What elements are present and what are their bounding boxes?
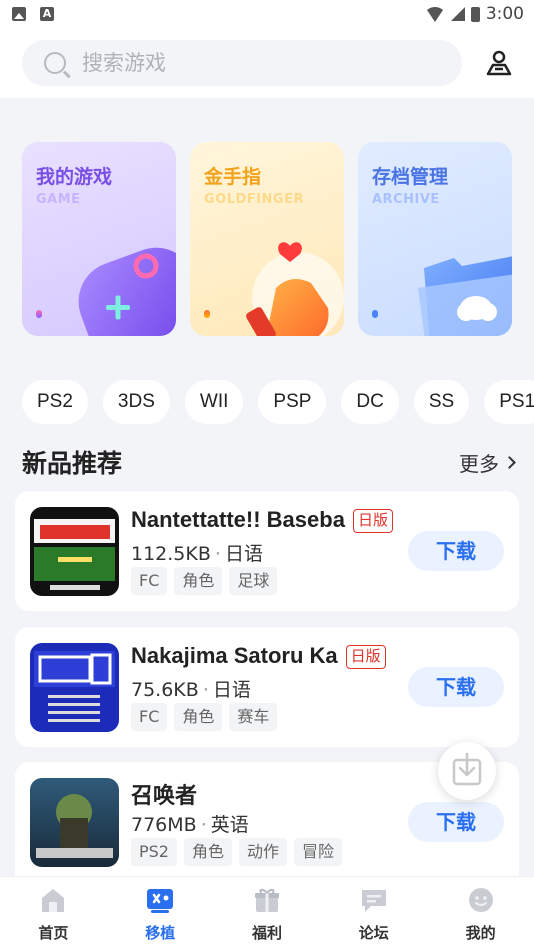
tag[interactable]: 动作 bbox=[239, 838, 288, 866]
game-tags: PS2 角色 动作 冒险 bbox=[131, 838, 343, 866]
card-indicator bbox=[36, 310, 42, 318]
search-bar[interactable] bbox=[22, 40, 462, 86]
game-title: Nakajima Satoru Ka 日版 bbox=[131, 643, 386, 670]
my-games-card[interactable]: 我的游戏 GAME bbox=[22, 142, 176, 336]
tag[interactable]: 角色 bbox=[174, 567, 223, 595]
game-name-text: 召唤者 bbox=[131, 783, 198, 808]
status-time: 3:00 bbox=[485, 4, 524, 24]
game-list-item[interactable]: Nantettatte!! Baseba 日版 112.5KB · 日语 FC 角色 … bbox=[15, 491, 519, 611]
archive-card[interactable]: 存档管理 ARCHIVE bbox=[358, 142, 512, 336]
tag[interactable]: PS2 bbox=[131, 838, 177, 866]
image-notification-icon bbox=[12, 7, 26, 21]
game-cover bbox=[30, 643, 119, 732]
chip-3ds[interactable]: 3DS bbox=[102, 380, 170, 424]
more-label: 更多 bbox=[459, 452, 499, 476]
cellular-signal-icon bbox=[450, 7, 465, 21]
meta-separator: · bbox=[200, 814, 207, 836]
game-size: 776MB bbox=[131, 814, 197, 836]
wifi-icon bbox=[424, 6, 445, 22]
chip-ps2[interactable]: PS2 bbox=[22, 380, 88, 424]
tag[interactable]: 赛车 bbox=[229, 703, 278, 731]
card-title: 金手指 bbox=[204, 166, 262, 188]
bottom-nav: 首页 移植 福利 论坛 我的 bbox=[0, 876, 534, 950]
game-meta: 75.6KB · 日语 bbox=[131, 675, 251, 702]
card-subtitle: GAME bbox=[36, 192, 81, 207]
section-title: 新品推荐 bbox=[22, 449, 123, 478]
nav-label: 论坛 bbox=[358, 924, 389, 942]
nav-label: 我的 bbox=[465, 924, 496, 942]
game-title: Nantettatte!! Baseba 日版 bbox=[131, 507, 393, 534]
goldfinger-card[interactable]: 金手指 GOLDFINGER bbox=[190, 142, 344, 336]
nav-gift[interactable]: 福利 bbox=[214, 877, 321, 950]
forum-icon bbox=[361, 890, 386, 912]
download-button[interactable]: 下载 bbox=[408, 531, 504, 571]
card-title: 我的游戏 bbox=[36, 166, 113, 188]
profile-icon bbox=[468, 888, 493, 912]
home-icon bbox=[42, 889, 65, 912]
chip-ss[interactable]: SS bbox=[413, 380, 470, 424]
game-name-text: Nantettatte!! Baseba bbox=[131, 507, 345, 532]
folder-cloud-icon bbox=[418, 256, 512, 336]
game-tags: FC 角色 赛车 bbox=[131, 703, 278, 731]
game-language: 日语 bbox=[212, 679, 251, 701]
nav-home[interactable]: 首页 bbox=[0, 877, 107, 950]
header bbox=[0, 30, 534, 98]
nav-label: 移植 bbox=[145, 924, 176, 942]
game-meta: 112.5KB · 日语 bbox=[131, 539, 263, 566]
download-box-icon bbox=[452, 752, 482, 786]
gamepad-icon bbox=[78, 247, 176, 336]
chevron-right-icon bbox=[503, 456, 516, 469]
tag[interactable]: FC bbox=[131, 703, 168, 731]
card-indicator bbox=[372, 310, 378, 318]
game-language: 英语 bbox=[210, 814, 249, 836]
game-cover bbox=[30, 778, 119, 867]
card-subtitle: GOLDFINGER bbox=[204, 192, 304, 207]
tag[interactable]: 足球 bbox=[229, 567, 278, 595]
chip-psp[interactable]: PSP bbox=[258, 380, 327, 424]
nav-port[interactable]: 移植 bbox=[107, 877, 214, 950]
region-badge: 日版 bbox=[345, 645, 386, 670]
meta-separator: · bbox=[214, 543, 221, 565]
platform-chips: PS2 3DS WII PSP DC SS PS1 bbox=[22, 380, 534, 424]
app-notification-icon: A bbox=[40, 7, 54, 21]
game-title: 召唤者 bbox=[131, 778, 197, 810]
game-size: 75.6KB bbox=[131, 679, 199, 701]
download-manager-button[interactable] bbox=[438, 742, 496, 800]
download-button[interactable]: 下载 bbox=[408, 667, 504, 707]
chip-wii[interactable]: WII bbox=[184, 380, 244, 424]
game-list-item[interactable]: Nakajima Satoru Ka 日版 75.6KB · 日语 FC 角色 赛车 … bbox=[15, 627, 519, 747]
chip-dc[interactable]: DC bbox=[341, 380, 399, 424]
game-meta: 776MB · 英语 bbox=[131, 810, 249, 837]
card-indicator bbox=[204, 310, 210, 318]
meta-separator: · bbox=[202, 679, 209, 701]
nav-profile[interactable]: 我的 bbox=[427, 877, 534, 950]
tag[interactable]: 角色 bbox=[174, 703, 223, 731]
search-icon bbox=[44, 52, 66, 74]
battery-icon bbox=[470, 6, 480, 22]
status-bar: A 3:00 bbox=[0, 0, 534, 30]
search-input[interactable] bbox=[82, 51, 422, 75]
tag[interactable]: 角色 bbox=[183, 838, 232, 866]
share-network-icon[interactable] bbox=[484, 48, 514, 78]
card-subtitle: ARCHIVE bbox=[372, 192, 440, 207]
feature-cards: 我的游戏 GAME 金手指 GOLDFINGER 存档管理 ARCHIVE bbox=[22, 142, 512, 336]
download-button[interactable]: 下载 bbox=[408, 802, 504, 842]
nav-label: 福利 bbox=[251, 924, 282, 942]
tag[interactable]: FC bbox=[131, 567, 168, 595]
nav-label: 首页 bbox=[38, 924, 69, 942]
game-language: 日语 bbox=[224, 543, 263, 565]
region-badge: 日版 bbox=[352, 509, 393, 534]
game-name-text: Nakajima Satoru Ka bbox=[131, 643, 338, 668]
finger-heart-icon bbox=[246, 242, 344, 336]
card-title: 存档管理 bbox=[372, 166, 449, 188]
game-tags: FC 角色 足球 bbox=[131, 567, 278, 595]
gift-icon bbox=[254, 888, 279, 912]
more-link[interactable]: 更多 bbox=[459, 448, 516, 477]
port-icon bbox=[147, 889, 174, 913]
game-size: 112.5KB bbox=[131, 543, 211, 565]
tag[interactable]: 冒险 bbox=[294, 838, 343, 866]
game-cover bbox=[30, 507, 119, 596]
nav-forum[interactable]: 论坛 bbox=[320, 877, 427, 950]
chip-ps1[interactable]: PS1 bbox=[484, 380, 534, 424]
